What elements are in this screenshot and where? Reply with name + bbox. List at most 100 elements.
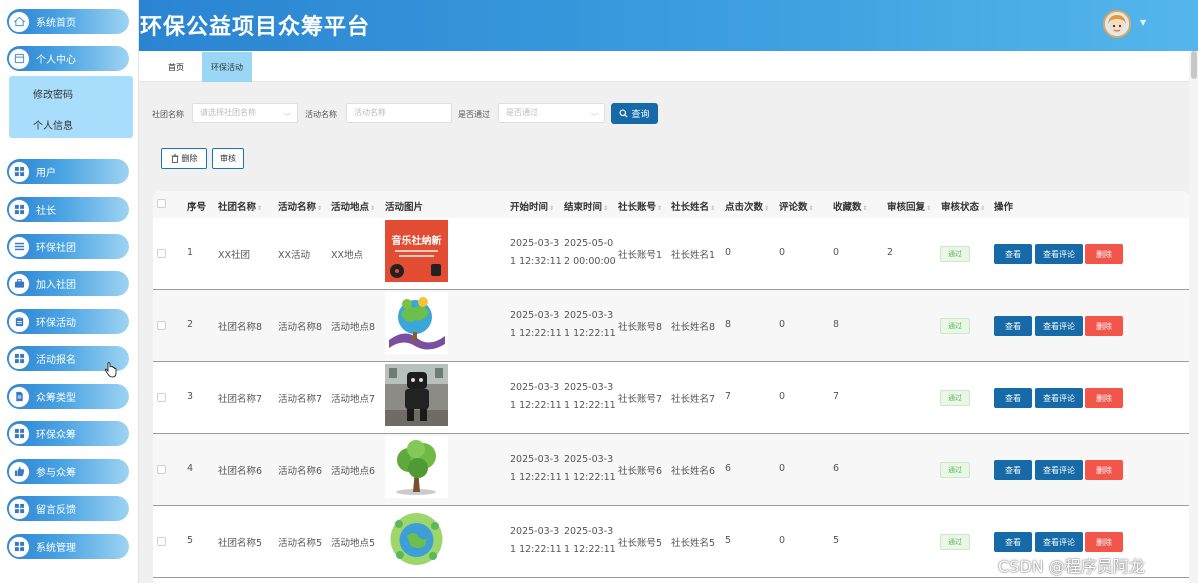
activity-name-cell: 活动名称8 [278,322,323,333]
end-time-cell: 2025-03-3 [564,454,614,465]
view-comments-button[interactable]: 查看评论 [1035,316,1083,336]
sort-icon[interactable]: ⇕ [809,205,814,212]
start-time-cell: 1 12:22:11 [510,544,562,555]
sidebar-item-6[interactable]: 加入社团 [7,271,129,296]
column-header[interactable]: 结束时间⇕ [564,199,608,213]
end-time-cell: 2025-05-0 [564,238,614,249]
sort-icon[interactable]: ⇕ [603,205,608,212]
column-header[interactable]: 社长账号⇕ [618,199,662,213]
delete-button[interactable]: 删除 [1085,388,1123,408]
favorite-count-cell: 0 [833,247,840,258]
column-header[interactable]: 社长姓名⇕ [671,199,715,213]
avatar[interactable] [1103,10,1131,38]
scrollbar-thumb[interactable] [1191,51,1197,79]
sort-icon[interactable]: ⇕ [980,205,985,212]
grid-icon [8,497,30,520]
activity-name-cell: XX活动 [278,250,311,261]
row-checkbox[interactable] [157,393,166,402]
sidebar-item-11[interactable]: 参与众筹 [7,459,129,484]
column-header[interactable]: 收藏数⇕ [833,199,868,213]
sidebar-item-9[interactable]: 众筹类型 [7,384,129,409]
chevron-down-icon[interactable]: ▼ [1140,18,1146,27]
column-header[interactable]: 活动名称⇕ [278,199,322,213]
club-name-select[interactable]: 请选择社团名称 ﹀ [192,103,298,123]
submenu-change-password[interactable]: 修改密码 [33,86,73,101]
sort-icon[interactable]: ⇕ [926,205,931,212]
row-index: 3 [187,391,194,402]
sidebar-item-13[interactable]: 系统管理 [7,534,129,559]
owner-name-cell: 社长姓名6 [671,466,716,477]
sidebar-item-10[interactable]: 环保众筹 [7,421,129,446]
sidebar-item-1[interactable]: 系统首页 [7,9,129,34]
column-header[interactable]: 审核状态⇕ [941,199,985,213]
view-button[interactable]: 查看 [994,388,1032,408]
row-checkbox[interactable] [157,321,166,330]
start-time-cell: 1 12:22:11 [510,472,562,483]
owner-account-cell: 社长账号8 [618,322,663,333]
view-comments-button[interactable]: 查看评论 [1035,532,1083,552]
batch-delete-button[interactable]: 删除 [161,148,207,169]
column-header[interactable]: 活动地点⇕ [331,199,375,213]
click-count-cell: 0 [725,247,732,258]
select-all-checkbox[interactable] [157,199,166,208]
review-button[interactable]: 审核 [212,148,244,169]
scrollbar[interactable] [1189,51,1198,583]
delete-button[interactable]: 删除 [1085,460,1123,480]
view-button[interactable]: 查看 [994,460,1032,480]
sort-icon[interactable]: ⇕ [317,205,322,212]
column-header[interactable]: 评论数⇕ [779,199,814,213]
club-name-cell: 社团名称7 [218,394,263,405]
view-button[interactable]: 查看 [994,244,1032,264]
end-time-cell: 1 12:22:11 [564,544,616,555]
tab-home[interactable]: 首页 [159,52,193,82]
status-badge: 通过 [940,534,970,550]
view-comments-button[interactable]: 查看评论 [1035,244,1083,264]
sidebar-item-7[interactable]: 环保活动 [7,309,129,334]
row-checkbox[interactable] [157,249,166,258]
delete-button[interactable]: 删除 [1085,244,1123,264]
grid-icon [8,160,30,183]
sidebar-item-5[interactable]: 环保社团 [7,234,129,259]
activity-image [385,436,448,498]
delete-button[interactable]: 删除 [1085,532,1123,552]
grid-icon [8,198,30,221]
sort-icon[interactable]: ⇕ [863,205,868,212]
view-button[interactable]: 查看 [994,532,1032,552]
delete-button[interactable]: 删除 [1085,316,1123,336]
sort-icon[interactable]: ⇕ [657,205,662,212]
sort-icon[interactable]: ⇕ [710,205,715,212]
tab-eco-activities[interactable]: 环保活动 [202,52,252,82]
view-comments-button[interactable]: 查看评论 [1035,460,1083,480]
row-checkbox[interactable] [157,537,166,546]
sort-icon[interactable]: ⇕ [257,205,262,212]
sort-icon[interactable]: ⇕ [764,205,769,212]
sidebar-item-2[interactable]: 个人中心 [7,46,129,71]
column-header[interactable]: 点击次数⇕ [725,199,769,213]
sidebar-item-3[interactable]: 用户 [7,159,129,184]
owner-account-cell: 社长账号1 [618,250,663,261]
sort-icon[interactable]: ⇕ [549,205,554,212]
review-reply-cell: 2 [887,247,894,258]
column-header[interactable]: 开始时间⇕ [510,199,554,213]
view-comments-button[interactable]: 查看评论 [1035,388,1083,408]
view-button[interactable]: 查看 [994,316,1032,336]
sidebar-item-12[interactable]: 留言反馈 [7,496,129,521]
passed-select[interactable]: 是否通过 ﹀ [498,103,605,123]
comment-count-cell: 0 [779,391,786,402]
column-header[interactable]: 审核回复⇕ [887,199,931,213]
search-button[interactable]: 查询 [611,103,658,124]
submenu-personal-info[interactable]: 个人信息 [33,117,73,132]
sidebar-item-4[interactable]: 社长 [7,197,129,222]
comment-count-cell: 0 [779,535,786,546]
sort-icon[interactable]: ⇕ [370,205,375,212]
click-count-cell: 6 [725,463,732,474]
activity-place-cell: 活动地点6 [331,466,376,477]
sidebar-item-label: 系统首页 [36,18,76,29]
home-icon [8,10,30,33]
column-header: 操作 [994,202,1014,213]
row-checkbox[interactable] [157,465,166,474]
activity-name-input[interactable]: 活动名称 [346,103,452,123]
column-header[interactable]: 社团名称⇕ [218,199,262,213]
chevron-down-icon: ﹀ [284,113,291,121]
table-row: 2 社团名称8 活动名称8 活动地点8 2025-03-3 1 12:22:11 2025-… [153,290,1190,362]
